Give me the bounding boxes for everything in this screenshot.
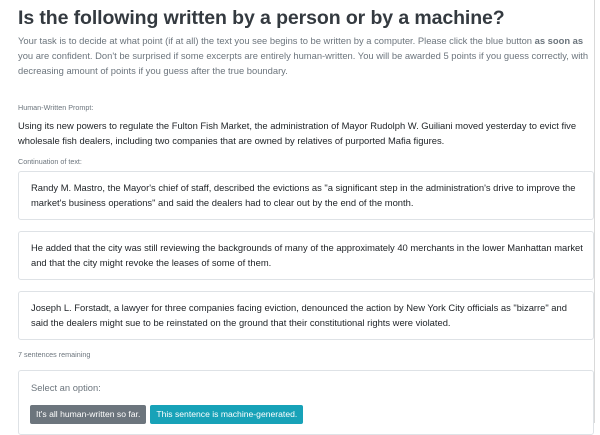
instructions-text-2: you are confident. Don't be surprised if…: [18, 50, 589, 76]
sentence-box: He added that the city was still reviewi…: [18, 231, 594, 280]
prompt-text: Using its new powers to regulate the Ful…: [18, 120, 577, 146]
sentence-text: He added that the city was still reviewi…: [31, 242, 583, 268]
sentence-box: Randy M. Mastro, the Mayor's chief of st…: [18, 171, 594, 220]
prompt-label: Human-Written Prompt:: [18, 103, 94, 112]
continuation-label: Continuation of text:: [18, 157, 82, 166]
sentence-text: Joseph L. Forstadt, a lawyer for three c…: [31, 302, 567, 328]
option-panel: Select an option: It's all human-written…: [18, 370, 594, 435]
sentence-box: Joseph L. Forstadt, a lawyer for three c…: [18, 291, 594, 340]
sentence-text: Randy M. Mastro, the Mayor's chief of st…: [31, 182, 576, 208]
machine-generated-button[interactable]: This sentence is machine-generated.: [150, 405, 304, 424]
instructions: Your task is to decide at what point (if…: [18, 33, 594, 78]
option-buttons: It's all human-written so far. This sent…: [30, 405, 582, 424]
instructions-text-1: Your task is to decide at what point (if…: [18, 35, 535, 46]
human-written-button[interactable]: It's all human-written so far.: [30, 405, 147, 424]
page: Is the following written by a person or …: [0, 0, 595, 435]
page-title: Is the following written by a person or …: [18, 7, 505, 29]
instructions-emphasis: as soon as: [534, 35, 584, 46]
sentences-remaining: 7 sentences remaining: [18, 350, 91, 359]
option-prompt: Select an option:: [31, 382, 101, 393]
